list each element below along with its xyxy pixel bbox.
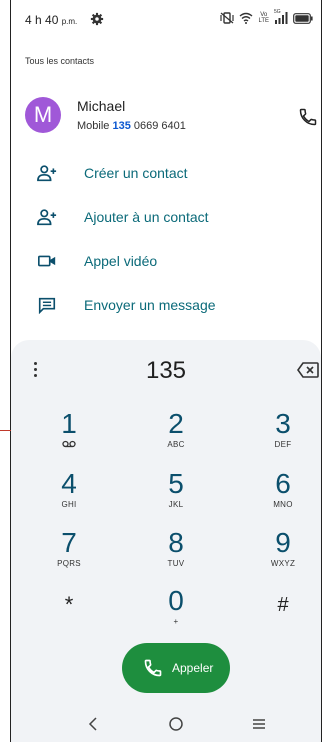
dial-key-4[interactable]: 4 GHI [24, 468, 114, 530]
wifi-icon [239, 12, 253, 24]
key-letters: PQRS [57, 559, 81, 568]
dial-key-9[interactable]: 9 WXYZ [238, 527, 321, 589]
message-icon [38, 297, 56, 314]
avatar: M [25, 97, 61, 133]
dial-key-1[interactable]: 1 [24, 408, 114, 470]
contact-name: Michael [77, 98, 126, 114]
key-digit: 9 [275, 527, 291, 558]
volte-bottom: LTE [258, 18, 269, 24]
key-letters: + [173, 617, 179, 626]
call-button[interactable]: Appeler [122, 643, 230, 693]
video-call-action[interactable]: Appel vidéo [11, 244, 321, 278]
right-frame-line [321, 0, 322, 742]
key-digit: 2 [168, 408, 184, 439]
key-letters: JKL [168, 500, 184, 509]
send-message-action[interactable]: Envoyer un message [11, 288, 321, 322]
contact-number-type: Mobile [77, 120, 110, 132]
phone-icon [144, 659, 162, 677]
create-contact-action[interactable]: Créer un contact [11, 156, 321, 190]
status-bar: 4 h 40 p.m. Vo LTE 5G [11, 0, 321, 38]
backspace-icon[interactable] [297, 362, 319, 378]
time-suffix: p.m. [61, 17, 78, 26]
contact-number-line: Mobile 135 0669 6401 [77, 120, 186, 132]
home-icon[interactable] [168, 716, 184, 732]
voicemail-icon [62, 440, 76, 448]
contact-number-rest: 0669 6401 [133, 120, 186, 132]
key-digit: 4 [61, 468, 77, 499]
battery-icon [293, 12, 313, 24]
volte-indicator: Vo LTE [258, 12, 269, 24]
status-time: 4 h 40 p.m. [25, 13, 77, 27]
dial-key-hash[interactable]: # [238, 589, 321, 651]
key-letters: WXYZ [270, 559, 296, 568]
signal-group: 5G [274, 9, 288, 24]
action-label: Ajouter à un contact [84, 209, 209, 225]
key-letters: GHI [61, 500, 77, 509]
key-digit: 8 [168, 527, 184, 558]
action-label: Envoyer un message [84, 297, 216, 313]
signal-icon [275, 12, 288, 24]
dial-key-7[interactable]: 7 PQRS [24, 527, 114, 589]
contact-number-match: 135 [112, 120, 131, 132]
dial-key-2[interactable]: 2 ABC [131, 408, 221, 470]
dialed-number[interactable]: 135 [11, 357, 321, 385]
person-add-icon [37, 209, 57, 226]
action-label: Créer un contact [84, 165, 188, 181]
dial-key-3[interactable]: 3 DEF [238, 408, 321, 470]
person-add-icon [37, 165, 57, 182]
vibrate-icon [220, 12, 235, 24]
key-digit: 6 [275, 468, 291, 499]
key-digit: 5 [168, 468, 184, 499]
gear-icon [90, 12, 104, 26]
key-digit: 1 [61, 408, 77, 439]
action-label: Appel vidéo [84, 253, 158, 269]
key-letters: TUV [167, 559, 185, 568]
back-icon[interactable] [86, 716, 102, 732]
recents-icon[interactable] [251, 716, 267, 732]
call-button-label: Appeler [172, 661, 214, 675]
time-value: 4 h 40 [25, 13, 59, 27]
key-digit: 7 [61, 527, 77, 558]
dial-key-star[interactable]: * [24, 589, 114, 651]
key-letters: MNO [273, 500, 293, 509]
key-letters: DEF [274, 440, 292, 449]
status-icons: Vo LTE 5G [220, 9, 313, 24]
phone-screen: 4 h 40 p.m. Vo LTE 5G Tous les contacts … [11, 0, 321, 742]
add-to-contact-action[interactable]: Ajouter à un contact [11, 200, 321, 234]
key-digit: 3 [275, 408, 291, 439]
dial-key-6[interactable]: 6 MNO [238, 468, 321, 530]
navigation-bar [11, 706, 321, 742]
key-digit: * [64, 592, 74, 617]
dial-key-0[interactable]: 0 + [131, 585, 221, 647]
video-icon [38, 255, 56, 267]
section-title: Tous les contacts [25, 56, 95, 66]
dial-key-8[interactable]: 8 TUV [131, 527, 221, 589]
key-letters: ABC [167, 440, 185, 449]
phone-icon[interactable] [298, 107, 318, 127]
dial-key-5[interactable]: 5 JKL [131, 468, 221, 530]
key-digit: 0 [168, 585, 184, 616]
key-digit: # [277, 594, 289, 616]
